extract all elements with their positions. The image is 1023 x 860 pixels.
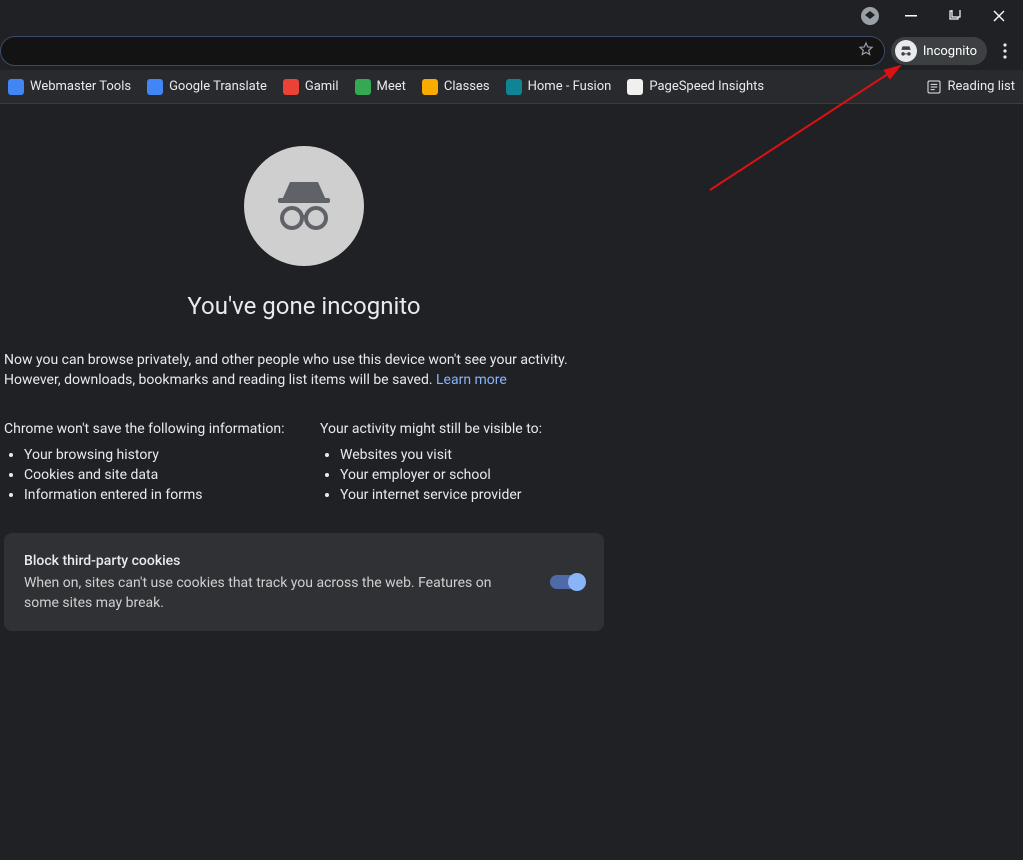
bookmark-item[interactable]: Meet	[355, 79, 406, 95]
block-cookies-title: Block third-party cookies	[24, 551, 526, 571]
security-status-icon[interactable]	[861, 7, 879, 25]
window-maximize-button[interactable]	[935, 2, 975, 30]
list-item: Information entered in forms	[24, 487, 288, 503]
intro-paragraph: Now you can browse privately, and other …	[4, 350, 604, 391]
bookmarks-bar: Webmaster Tools Google Translate Gamil Meet…	[0, 70, 1023, 104]
reading-list-button[interactable]: Reading list	[926, 79, 1015, 95]
incognito-hero-icon	[244, 146, 364, 266]
bookmark-item[interactable]: Google Translate	[147, 79, 267, 95]
intro-line2-prefix: However, downloads, bookmarks and readin…	[4, 372, 436, 388]
toolbar: Incognito	[0, 32, 1023, 70]
wont-save-heading: Chrome won't save the following informat…	[4, 421, 288, 437]
list-item: Your internet service provider	[340, 487, 604, 503]
bookmark-favicon-icon	[627, 79, 643, 95]
window-titlebar	[0, 0, 1023, 32]
bookmark-star-icon[interactable]	[858, 41, 874, 61]
incognito-indicator[interactable]: Incognito	[891, 37, 987, 65]
bookmark-favicon-icon	[283, 79, 299, 95]
reading-list-icon	[926, 79, 942, 95]
bookmark-favicon-icon	[147, 79, 163, 95]
bookmark-item[interactable]: PageSpeed Insights	[627, 79, 764, 95]
page-title: You've gone incognito	[187, 292, 420, 320]
bookmark-item[interactable]: Home - Fusion	[506, 79, 612, 95]
chrome-menu-button[interactable]	[993, 37, 1017, 65]
still-visible-list: Websites you visit Your employer or schoo…	[320, 447, 604, 503]
bookmark-label: Webmaster Tools	[30, 79, 131, 94]
list-item: Websites you visit	[340, 447, 604, 463]
bookmark-label: Gamil	[305, 79, 339, 94]
list-item: Cookies and site data	[24, 467, 288, 483]
bookmark-label: PageSpeed Insights	[649, 79, 764, 94]
list-item: Your browsing history	[24, 447, 288, 463]
reading-list-label: Reading list	[948, 79, 1015, 94]
bookmark-favicon-icon	[422, 79, 438, 95]
bookmark-label: Google Translate	[169, 79, 267, 94]
bookmark-label: Classes	[444, 79, 490, 94]
bookmark-item[interactable]: Webmaster Tools	[8, 79, 131, 95]
bookmark-label: Home - Fusion	[528, 79, 612, 94]
learn-more-link[interactable]: Learn more	[436, 372, 507, 388]
bookmark-item[interactable]: Classes	[422, 79, 490, 95]
window-close-button[interactable]	[979, 2, 1019, 30]
bookmark-label: Meet	[377, 79, 406, 94]
wont-save-list: Your browsing history Cookies and site da…	[4, 447, 288, 503]
incognito-avatar-icon	[895, 40, 917, 62]
address-bar[interactable]	[0, 36, 885, 66]
block-cookies-toggle[interactable]	[550, 575, 584, 589]
bookmark-favicon-icon	[506, 79, 522, 95]
bookmark-favicon-icon	[355, 79, 371, 95]
list-item: Your employer or school	[340, 467, 604, 483]
page-content: You've gone incognito Now you can browse…	[0, 104, 1023, 631]
intro-line1: Now you can browse privately, and other …	[4, 352, 568, 368]
bookmark-item[interactable]: Gamil	[283, 79, 339, 95]
block-cookies-description: When on, sites can't use cookies that tr…	[24, 573, 526, 614]
still-visible-heading: Your activity might still be visible to:	[320, 421, 604, 437]
toggle-knob-icon	[568, 573, 586, 591]
block-cookies-card: Block third-party cookies When on, sites…	[4, 533, 604, 632]
incognito-label: Incognito	[923, 44, 977, 59]
bookmark-favicon-icon	[8, 79, 24, 95]
window-minimize-button[interactable]	[891, 2, 931, 30]
